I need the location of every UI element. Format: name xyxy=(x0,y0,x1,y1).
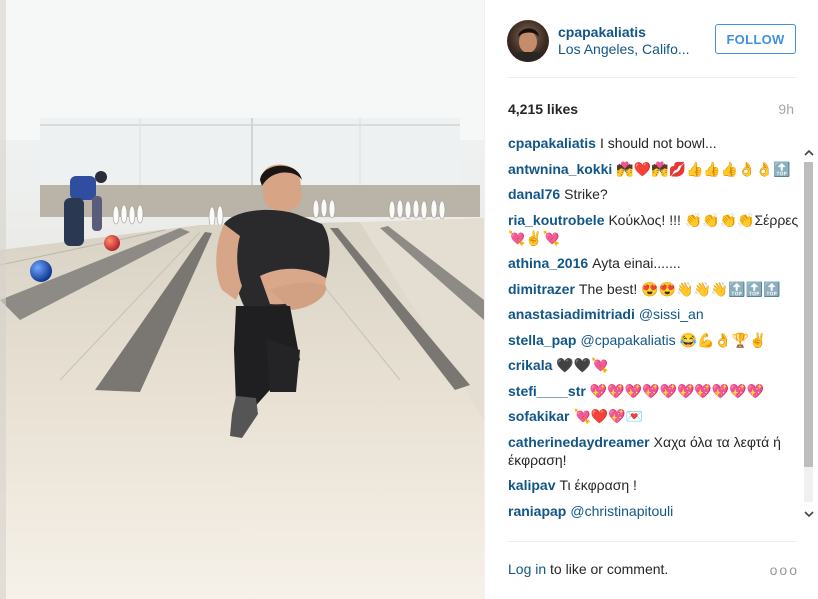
comment-username[interactable]: catherinedaydreamer xyxy=(508,434,650,450)
chevron-down-icon[interactable] xyxy=(803,508,815,520)
comment-username[interactable]: stefi____str xyxy=(508,383,586,399)
post-header: cpapakaliatis Los Angeles, Califo... FOL… xyxy=(507,18,797,78)
comment-item: raniapap @christinapitouli xyxy=(508,502,800,520)
comment-text: 💘❤️💖💌 xyxy=(573,408,644,424)
login-link[interactable]: Log in xyxy=(508,561,546,577)
comment-item: ria_koutrobele Κούκλος! !!! 👏👏👏👏Σέρρες 💘✌… xyxy=(508,211,800,247)
comment-text: The best! 😍😍👋👋👋🔝🔝🔝 xyxy=(578,280,781,297)
comment-item: sofakikar 💘❤️💖💌 xyxy=(508,407,800,425)
scrollbar-thumb[interactable] xyxy=(804,162,813,467)
login-prompt-text: to like or comment. xyxy=(546,561,669,577)
comment-text: I should not bowl... xyxy=(599,135,717,151)
comment-username[interactable]: kalipav xyxy=(508,477,555,493)
post-location[interactable]: Los Angeles, Califo... xyxy=(558,41,690,57)
comment-scrollbar[interactable] xyxy=(801,142,817,522)
comment-item: stella_pap @cpapakaliatis 😂💪👌🏆✌️ xyxy=(508,331,800,349)
likes-count[interactable]: 4,215 likes xyxy=(508,101,578,117)
comment-username[interactable]: sofakikar xyxy=(508,408,569,424)
comment-text: Strike? xyxy=(564,186,608,202)
comment-list: cpapakaliatis I should not bowl... antwni… xyxy=(508,134,800,527)
comment-username[interactable]: cpapakaliatis xyxy=(508,135,596,151)
comment-text: 😂💪👌🏆✌️ xyxy=(679,331,767,348)
comment-username[interactable]: athina_2016 xyxy=(508,255,588,271)
comment-item: stefi____str 💖💖💖💖💖💖💖💖💖💖 xyxy=(508,382,800,400)
comment-item: danal76 Strike? xyxy=(508,185,800,203)
post-side-panel: cpapakaliatis Los Angeles, Califo... FOL… xyxy=(484,0,818,599)
comment-username[interactable]: danal76 xyxy=(508,186,560,202)
comment-item: anastasiadimitriadi @sissi_an xyxy=(508,305,800,323)
comment-item: kalipav Τι έκφραση ! xyxy=(508,476,800,494)
comment-item: athina_2016 Ayta einai....... xyxy=(508,254,800,272)
comment-text: 💖💖💖💖💖💖💖💖💖💖 xyxy=(589,382,765,399)
login-prompt: Log in to like or comment. xyxy=(508,561,668,577)
post-age[interactable]: 9h xyxy=(778,101,794,117)
comment-username[interactable]: raniapap xyxy=(508,503,566,519)
comment-item: cpapakaliatis I should not bowl... xyxy=(508,134,800,152)
bowling-photo-illustration xyxy=(0,0,484,599)
chevron-up-icon[interactable] xyxy=(803,146,815,158)
comment-item: catherinedaydreamer Χαχα όλα τα λεφτά ή έ… xyxy=(508,433,800,469)
comment-mention[interactable]: @cpapakaliatis xyxy=(580,332,675,348)
comment-text: Τι έκφραση ! xyxy=(559,477,637,493)
comment-username[interactable]: ria_koutrobele xyxy=(508,212,604,228)
comment-item: crikala 🖤🖤💘 xyxy=(508,356,800,374)
comment-username[interactable]: antwnina_kokki xyxy=(508,161,612,177)
avatar[interactable] xyxy=(507,20,549,62)
comment-text: Ayta einai....... xyxy=(592,255,681,271)
post-footer: Log in to like or comment. ooo xyxy=(507,541,797,599)
comment-username[interactable]: crikala xyxy=(508,357,552,373)
comment-item: antwnina_kokki 💏❤️💏💋👍👍👍👌👌🔝 xyxy=(508,160,800,178)
more-options-icon[interactable]: ooo xyxy=(770,562,799,578)
comment-item: dimitrazer The best! 😍😍👋👋👋🔝🔝🔝 xyxy=(508,280,800,298)
comment-username[interactable]: anastasiadimitriadi xyxy=(508,306,635,322)
comment-text: 🖤🖤💘 xyxy=(556,357,609,373)
comment-text: 💏❤️💏💋👍👍👍👌👌🔝 xyxy=(616,160,791,177)
comment-mention[interactable]: @sissi_an xyxy=(639,306,704,322)
comment-mention[interactable]: @christinapitouli xyxy=(570,503,673,519)
comment-username[interactable]: stella_pap xyxy=(508,332,576,348)
comment-username[interactable]: dimitrazer xyxy=(508,281,575,297)
follow-button[interactable]: FOLLOW xyxy=(715,24,796,54)
avatar-face-icon xyxy=(515,28,541,62)
post-username[interactable]: cpapakaliatis xyxy=(558,24,646,40)
post-photo xyxy=(0,0,484,599)
